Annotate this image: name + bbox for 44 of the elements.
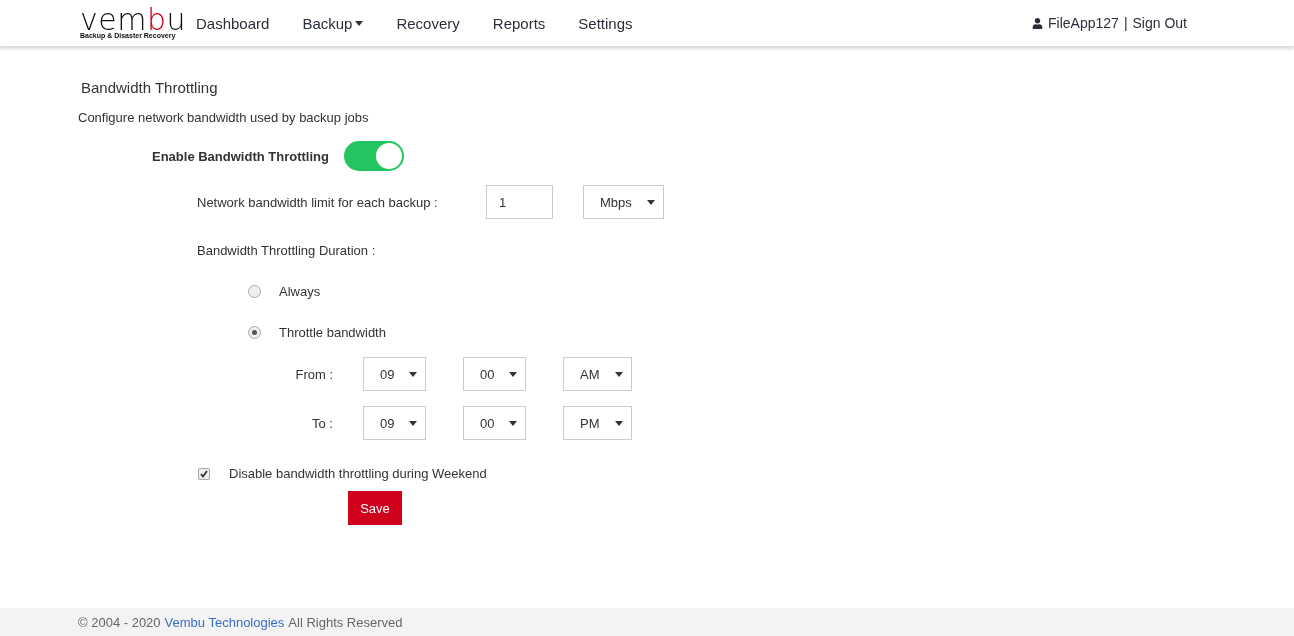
period-select[interactable]: PM	[563, 406, 632, 440]
nav-link[interactable]: Dashboard	[196, 14, 270, 32]
period-select[interactable]: AM	[563, 357, 632, 391]
page-title: Bandwidth Throttling	[81, 79, 219, 96]
sign-out-link[interactable]: Sign Out	[1132, 15, 1187, 31]
limit-label: Network bandwidth limit for each backup :	[197, 194, 439, 210]
minute-select[interactable]: 00	[463, 357, 526, 391]
rights-text: All Rights Reserved	[288, 614, 403, 630]
save-button[interactable]: Save	[348, 491, 402, 525]
company-link[interactable]: Vembu Technologies	[164, 614, 285, 630]
caret-icon	[355, 20, 364, 26]
hour-select[interactable]: 09	[363, 357, 426, 391]
separator: |	[1123, 15, 1128, 31]
hour-select[interactable]: 09	[363, 406, 426, 440]
page-subtitle: Configure network bandwidth used by backup jobs	[78, 110, 370, 125]
nav-link[interactable]: Settings	[578, 14, 633, 32]
caret-icon	[615, 420, 623, 426]
radio-button[interactable]	[248, 285, 261, 298]
caret-icon	[615, 371, 623, 377]
nav-link[interactable]: Reports	[492, 14, 546, 32]
toggle-switch[interactable]	[343, 141, 404, 171]
caret-icon	[647, 199, 655, 205]
caret-icon	[509, 420, 517, 426]
copyright-text: © 2004 - 2020	[78, 614, 161, 630]
toggle-label: Enable Bandwidth Throttling	[152, 148, 329, 164]
caret-icon	[409, 420, 417, 426]
logo-wordmark: vembu	[80, 7, 186, 32]
time-label: From :	[294, 366, 334, 382]
checkbox[interactable]	[198, 467, 210, 480]
caret-icon	[409, 371, 417, 377]
nav-link[interactable]: Backup	[302, 14, 364, 32]
user-name: FileApp127	[1048, 15, 1119, 31]
user-icon	[1032, 17, 1044, 29]
radio-button[interactable]	[248, 326, 261, 339]
radio-label: Throttle bandwidth	[279, 325, 386, 340]
duration-label: Bandwidth Throttling Duration :	[197, 243, 376, 258]
limit-input[interactable]: 1	[486, 185, 553, 219]
radio-label: Always	[279, 284, 321, 299]
checkbox-label: Disable bandwidth throttling during Weekend	[229, 466, 487, 481]
time-label: To :	[311, 415, 334, 431]
caret-icon	[509, 371, 517, 377]
minute-select[interactable]: 00	[463, 406, 526, 440]
unit-select[interactable]: Mbps	[583, 185, 664, 219]
nav-link[interactable]: Recovery	[396, 14, 460, 32]
